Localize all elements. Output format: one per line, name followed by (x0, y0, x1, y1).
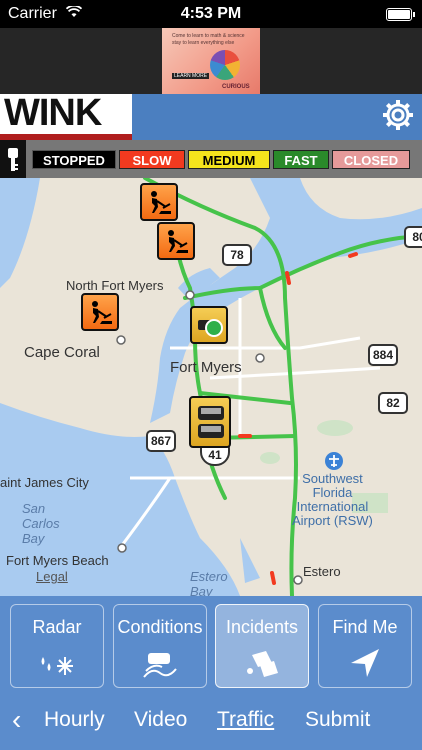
traffic-legend: STOPPED SLOW MEDIUM FAST CLOSED (0, 140, 422, 178)
tile-find-me[interactable]: Find Me (318, 604, 412, 688)
construction-marker[interactable] (81, 293, 119, 331)
chevron-left-icon[interactable]: ‹ (12, 704, 21, 736)
rain-snow-icon (11, 651, 103, 679)
legend-fast: FAST (273, 150, 329, 169)
ad-brand: CURIOUS (222, 84, 250, 90)
nav-hourly[interactable]: Hourly (44, 708, 105, 732)
label-saint-james-city: aint James City (0, 475, 89, 490)
location-arrow-icon (319, 647, 411, 679)
nav-traffic[interactable]: Traffic (217, 708, 274, 732)
status-bar: Carrier 4:53 PM (0, 0, 422, 28)
shield-867: 867 (146, 430, 177, 452)
label-estero: Estero (303, 564, 341, 579)
crash-icon (216, 649, 308, 679)
ad-line-2: stay to learn everything else (172, 40, 235, 46)
label-north-fort-myers: North Fort Myers (66, 278, 164, 293)
tile-label: Find Me (332, 617, 398, 637)
key-icon[interactable] (0, 140, 26, 178)
brand-bar: WINK (0, 92, 422, 140)
map-canvas (0, 178, 422, 596)
legend-medium: MEDIUM (188, 150, 270, 169)
nav-video[interactable]: Video (134, 708, 187, 732)
label-estero-bay: Estero Bay (190, 569, 228, 596)
ad-wheel-graphic (210, 50, 240, 80)
clock: 4:53 PM (180, 5, 242, 22)
bottom-nav: ‹ Hourly Video Traffic Submit (0, 700, 422, 740)
bottom-panel: Radar Conditions Incidents Find Me ‹ Hou… (0, 596, 422, 750)
nav-submit[interactable]: Submit (305, 708, 370, 732)
wink-logo: WINK (0, 92, 132, 134)
tile-label: Incidents (225, 617, 299, 637)
label-cape-coral: Cape Coral (24, 344, 100, 361)
ad-cta[interactable]: LEARN MORE (172, 73, 210, 79)
shield-884: 884 (368, 344, 399, 366)
gear-icon[interactable] (382, 99, 414, 131)
legend-stopped: STOPPED (32, 150, 116, 169)
crash-marker[interactable] (189, 396, 231, 448)
label-san-carlos-bay: San Carlos Bay (22, 501, 60, 546)
incident-marker[interactable] (190, 306, 228, 344)
logo-text: WINK (4, 92, 102, 134)
tile-incidents[interactable]: Incidents (215, 604, 309, 688)
traffic-map[interactable]: North Fort Myers Cape Coral Fort Myers a… (0, 178, 422, 596)
ad-image[interactable]: Come to learn to math & science stay to … (162, 28, 260, 94)
construction-marker[interactable] (157, 222, 195, 260)
legend-slow: SLOW (119, 150, 185, 169)
tile-label: Radar (32, 617, 82, 637)
construction-marker[interactable] (140, 183, 178, 221)
label-airport: Southwest Florida International Airport … (292, 471, 373, 528)
shield-80: 80 (404, 226, 422, 248)
tile-label: Conditions (117, 617, 203, 637)
battery-icon (386, 8, 415, 21)
ad-line-1: Come to learn to math & science (172, 33, 245, 39)
shield-82: 82 (378, 392, 408, 414)
label-fort-myers: Fort Myers (170, 359, 242, 376)
ad-banner[interactable]: Come to learn to math & science stay to … (0, 28, 422, 122)
slippery-road-icon (114, 651, 206, 679)
shield-78: 78 (222, 244, 252, 266)
legal-link[interactable]: Legal (36, 569, 68, 584)
tile-conditions[interactable]: Conditions (113, 604, 207, 688)
tile-radar[interactable]: Radar (10, 604, 104, 688)
legend-closed: CLOSED (332, 150, 410, 169)
label-fort-myers-beach: Fort Myers Beach (6, 553, 109, 568)
